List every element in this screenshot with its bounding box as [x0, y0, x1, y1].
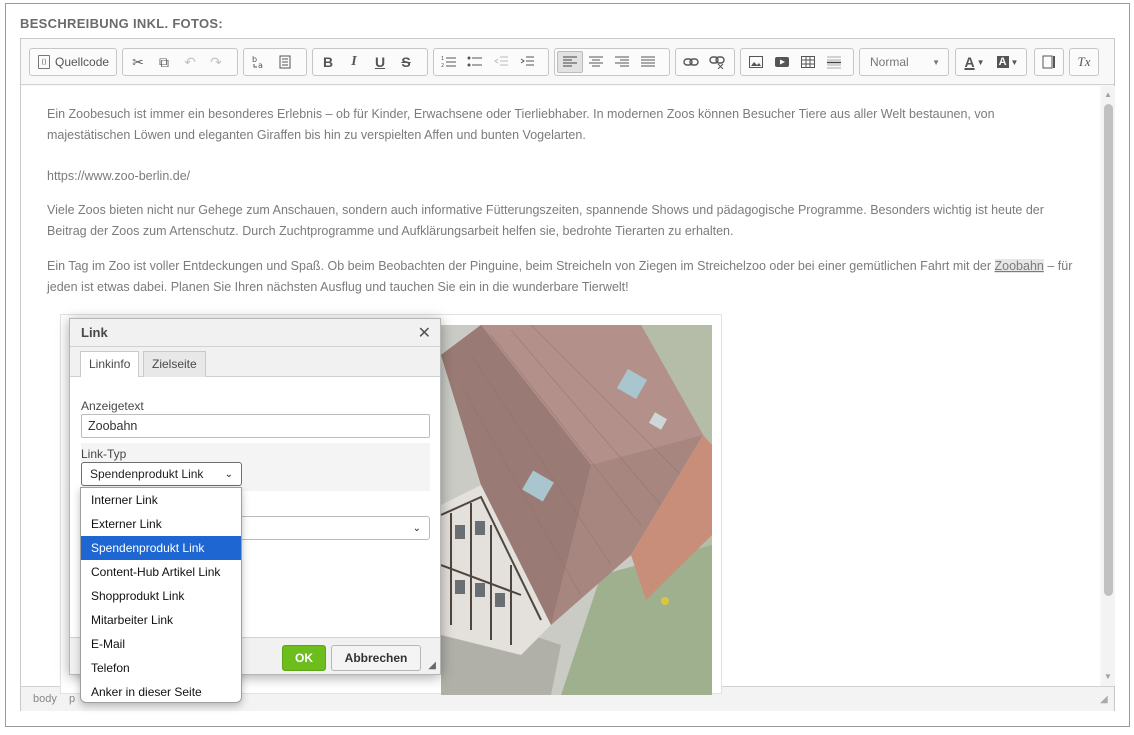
- dropdown-option-email[interactable]: E-Mail: [81, 632, 241, 656]
- scroll-down-icon[interactable]: ▼: [1103, 672, 1113, 682]
- dropdown-option-content-hub-link[interactable]: Content-Hub Artikel Link: [81, 560, 241, 584]
- dropdown-option-donation-product-link[interactable]: Spendenprodukt Link: [81, 536, 241, 560]
- dropdown-option-shop-product-link[interactable]: Shopprodukt Link: [81, 584, 241, 608]
- chevron-down-icon: ⌄: [224, 468, 233, 480]
- cancel-button[interactable]: Abbrechen: [331, 645, 421, 671]
- show-blocks-icon[interactable]: [1037, 51, 1061, 73]
- align-center-icon[interactable]: [583, 51, 609, 73]
- toolbar-group-colors: A ▼ A ▼: [955, 48, 1027, 76]
- tab-zielseite[interactable]: Zielseite: [143, 351, 206, 378]
- resize-grip-icon[interactable]: ◢: [1100, 694, 1110, 705]
- link-type-label: Link-Typ: [81, 447, 127, 461]
- format-select[interactable]: Normal ▼: [859, 48, 949, 76]
- chevron-down-icon: ▼: [976, 57, 985, 67]
- paragraph-3: Ein Tag im Zoo ist voller Entdeckungen u…: [47, 256, 1077, 298]
- link-type-select-value: Spendenprodukt Link: [90, 467, 204, 481]
- dropdown-option-external-link[interactable]: Externer Link: [81, 512, 241, 536]
- section-title: BESCHREIBUNG INKL. FOTOS:: [20, 16, 223, 31]
- table-icon[interactable]: [795, 51, 821, 73]
- close-icon[interactable]: ✕: [418, 323, 431, 343]
- numbered-list-icon[interactable]: 12: [436, 51, 462, 73]
- dropdown-option-phone[interactable]: Telefon: [81, 656, 241, 680]
- display-text-label: Anzeigetext: [81, 399, 144, 413]
- source-code-icon: ⟨⟩: [38, 55, 50, 69]
- dialog-title: Link: [81, 325, 108, 340]
- toolbar-group-source: ⟨⟩ Quellcode: [29, 48, 117, 76]
- svg-text:a: a: [258, 61, 263, 70]
- remove-format-label: Tx: [1077, 54, 1091, 69]
- toolbar-group-basicstyles: B I U S: [312, 48, 428, 76]
- image-icon[interactable]: [743, 51, 769, 73]
- align-justify-icon[interactable]: [635, 51, 661, 73]
- scroll-thumb[interactable]: [1104, 104, 1113, 596]
- toolbar-group-lists: 12: [433, 48, 549, 76]
- editor-toolbar: ⟨⟩ Quellcode ✂ ⧉ ↶ ↷ ba B I U S 1 2 Norm…: [21, 39, 1114, 85]
- align-left-icon[interactable]: [557, 51, 583, 73]
- remove-format-icon[interactable]: Tx: [1072, 51, 1096, 73]
- tab-linkinfo[interactable]: Linkinfo: [80, 351, 140, 378]
- link-type-dropdown: Interner Link Externer Link Spendenprodu…: [80, 487, 242, 703]
- path-crumb-p[interactable]: p: [69, 693, 75, 705]
- italic-button[interactable]: I: [341, 51, 367, 73]
- svg-text:2: 2: [441, 63, 444, 69]
- paragraph-url: https://www.zoo-berlin.de/: [47, 169, 191, 183]
- undo-icon[interactable]: ↶: [177, 51, 203, 73]
- toolbar-group-clear: Tx: [1069, 48, 1099, 76]
- source-button-label: Quellcode: [55, 55, 110, 69]
- bg-color-icon: A: [996, 56, 1009, 68]
- svg-text:b: b: [252, 55, 257, 64]
- svg-text:1: 1: [441, 56, 444, 62]
- horizontal-rule-icon[interactable]: [821, 51, 847, 73]
- toolbar-group-tools: ba: [243, 48, 307, 76]
- toolbar-group-maximize: [1034, 48, 1064, 76]
- dialog-tabs: Linkinfo Zielseite: [70, 347, 440, 378]
- link-type-select[interactable]: Spendenprodukt Link ⌄: [81, 462, 242, 486]
- bg-color-button[interactable]: A ▼: [991, 51, 1024, 73]
- aerial-house-photo[interactable]: [441, 325, 712, 695]
- chevron-down-icon: ⌄: [412, 522, 421, 534]
- display-text-input[interactable]: Zoobahn: [81, 414, 430, 438]
- editor-scrollbar[interactable]: ▲ ▼: [1101, 86, 1115, 686]
- bulleted-list-icon[interactable]: [462, 51, 488, 73]
- cut-icon[interactable]: ✂: [125, 51, 151, 73]
- strike-button[interactable]: S: [393, 51, 419, 73]
- underline-button[interactable]: U: [367, 51, 393, 73]
- redo-icon[interactable]: ↷: [203, 51, 229, 73]
- outdent-icon[interactable]: [488, 51, 514, 73]
- toolbar-group-clipboard: ✂ ⧉ ↶ ↷: [122, 48, 238, 76]
- paragraph-3-start: Ein Tag im Zoo ist voller Entdeckungen u…: [47, 259, 995, 273]
- unlink-icon[interactable]: [704, 51, 730, 73]
- ok-button[interactable]: OK: [282, 645, 326, 671]
- paragraph-1: Ein Zoobesuch ist immer ein besonderes E…: [47, 107, 995, 142]
- text-color-icon: A: [964, 54, 975, 70]
- format-select-value: Normal: [870, 55, 909, 69]
- toolbar-group-align: [554, 48, 670, 76]
- chevron-down-icon: ▼: [1010, 57, 1019, 67]
- toolbar-group-insert: [740, 48, 854, 76]
- zoobahn-link[interactable]: Zoobahn: [994, 259, 1044, 273]
- paste-text-icon[interactable]: [272, 51, 298, 73]
- find-replace-icon[interactable]: ba: [246, 51, 272, 73]
- toolbar-group-links: [675, 48, 735, 76]
- paragraph-2: Viele Zoos bieten nicht nur Gehege zum A…: [47, 203, 1044, 238]
- copy-icon[interactable]: ⧉: [151, 51, 177, 73]
- scroll-up-icon[interactable]: ▲: [1103, 90, 1113, 100]
- path-crumb-body[interactable]: body: [33, 693, 57, 705]
- dialog-header[interactable]: Link ✕: [70, 319, 440, 347]
- dropdown-option-internal-link[interactable]: Interner Link: [81, 488, 241, 512]
- video-icon[interactable]: [769, 51, 795, 73]
- source-button[interactable]: ⟨⟩ Quellcode: [32, 51, 115, 73]
- chevron-down-icon: ▼: [932, 57, 940, 67]
- dropdown-option-anchor[interactable]: Anker in dieser Seite: [81, 680, 241, 704]
- text-color-button[interactable]: A ▼: [958, 51, 991, 73]
- dropdown-option-employee-link[interactable]: Mitarbeiter Link: [81, 608, 241, 632]
- indent-icon[interactable]: [514, 51, 540, 73]
- align-right-icon[interactable]: [609, 51, 635, 73]
- resize-grip-icon[interactable]: ◢: [428, 660, 436, 671]
- bold-button[interactable]: B: [315, 51, 341, 73]
- link-icon[interactable]: [678, 51, 704, 73]
